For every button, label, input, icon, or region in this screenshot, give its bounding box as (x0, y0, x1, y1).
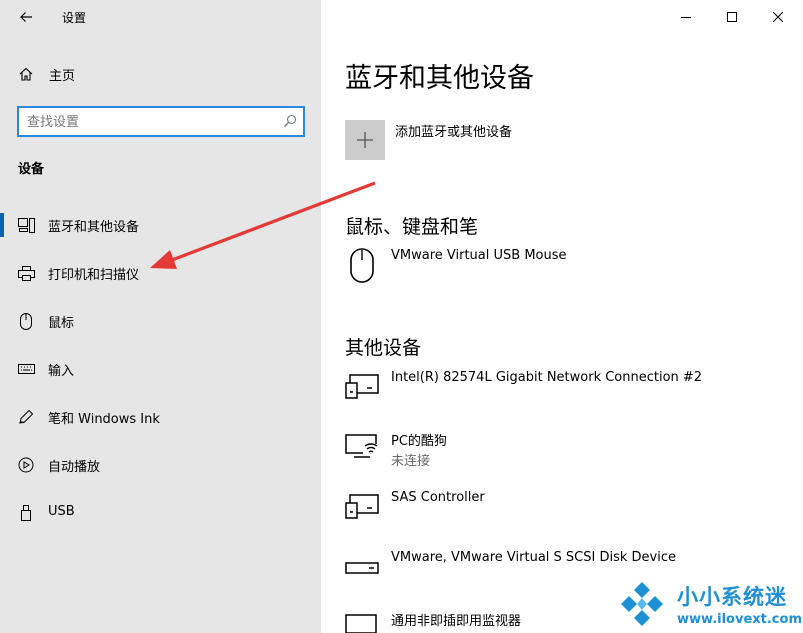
sidebar-item-bluetooth[interactable]: 蓝牙和其他设备 (0, 205, 321, 245)
selection-indicator (0, 213, 4, 237)
back-arrow-icon (20, 12, 32, 22)
device-name: SAS Controller (391, 490, 485, 505)
device-name: 通用非即插即用监视器 (391, 614, 522, 629)
sidebar-item-usb[interactable]: USB (0, 493, 321, 533)
sidebar-item-label: 打印机和扫描仪 (48, 268, 140, 283)
network-adapter-icon (345, 370, 381, 410)
printer-icon (17, 265, 35, 281)
keyboard-icon (17, 361, 35, 377)
watermark: 小小系统迷 www.ilovext.com (613, 574, 803, 633)
minimize-icon (681, 17, 691, 18)
sidebar-item-pen[interactable]: 笔和 Windows Ink (0, 397, 321, 437)
mouse-icon (345, 248, 381, 288)
device-name: PC的酷狗 (391, 434, 447, 449)
close-icon (773, 12, 783, 22)
sidebar: 设置 主页 设备 蓝牙和其他设备 打印机和扫描仪 鼠标 输入 (0, 0, 321, 633)
search-input[interactable] (27, 112, 267, 132)
sidebar-item-label: USB (48, 504, 75, 519)
watermark-url: www.ilovext.com (677, 612, 802, 627)
sidebar-item-label: 自动播放 (48, 460, 101, 475)
autoplay-icon (17, 457, 35, 473)
wireless-display-icon (345, 430, 381, 470)
main-content: 蓝牙和其他设备 添加蓝牙或其他设备 鼠标、键盘和笔 VMware Virtual… (321, 0, 803, 633)
usb-icon (17, 505, 35, 521)
sidebar-item-label: 笔和 Windows Ink (48, 412, 160, 427)
sidebar-item-typing[interactable]: 输入 (0, 349, 321, 389)
device-name: Intel(R) 82574L Gigabit Network Connecti… (391, 370, 703, 385)
search-icon[interactable] (283, 114, 297, 128)
monitor-icon (345, 610, 381, 633)
disk-drive-icon (345, 550, 381, 590)
home-nav-item[interactable]: 主页 (18, 63, 75, 85)
maximize-icon (727, 12, 737, 22)
window-title: 设置 (62, 11, 87, 25)
device-status: 未连接 (391, 454, 431, 469)
controller-icon (345, 490, 381, 530)
add-device-label[interactable]: 添加蓝牙或其他设备 (395, 121, 512, 140)
home-label: 主页 (49, 68, 76, 84)
add-device-button[interactable] (345, 120, 385, 160)
sidebar-section-title: 设备 (18, 162, 45, 177)
sidebar-item-mouse[interactable]: 鼠标 (0, 301, 321, 341)
watermark-logo-icon (621, 582, 663, 626)
device-name: VMware, VMware Virtual S SCSI Disk Devic… (391, 550, 676, 565)
back-button[interactable] (12, 5, 40, 29)
sidebar-item-autoplay[interactable]: 自动播放 (0, 445, 321, 485)
sidebar-item-label: 蓝牙和其他设备 (48, 220, 140, 235)
mouse-icon (17, 312, 35, 330)
watermark-name: 小小系统迷 (677, 585, 787, 609)
sidebar-item-printers[interactable]: 打印机和扫描仪 (0, 253, 321, 293)
device-name: VMware Virtual USB Mouse (391, 248, 567, 263)
maximize-button[interactable] (709, 0, 755, 34)
search-box[interactable] (17, 106, 305, 137)
plus-icon (357, 132, 373, 148)
bluetooth-devices-icon (17, 217, 35, 233)
sidebar-item-label: 鼠标 (48, 316, 75, 331)
device-item[interactable]: VMware Virtual USB Mouse (345, 248, 795, 298)
minimize-button[interactable] (663, 0, 709, 34)
other-section-title: 其他设备 (345, 337, 422, 359)
device-item[interactable]: PC的酷狗 未连接 (345, 430, 795, 480)
mouse-section-title: 鼠标、键盘和笔 (345, 216, 479, 238)
close-button[interactable] (755, 0, 801, 34)
pen-icon (17, 409, 35, 425)
page-title: 蓝牙和其他设备 (345, 63, 534, 94)
device-item[interactable]: Intel(R) 82574L Gigabit Network Connecti… (345, 370, 795, 420)
sidebar-item-label: 输入 (48, 364, 75, 379)
home-icon (19, 67, 33, 81)
device-item[interactable]: SAS Controller (345, 490, 795, 540)
